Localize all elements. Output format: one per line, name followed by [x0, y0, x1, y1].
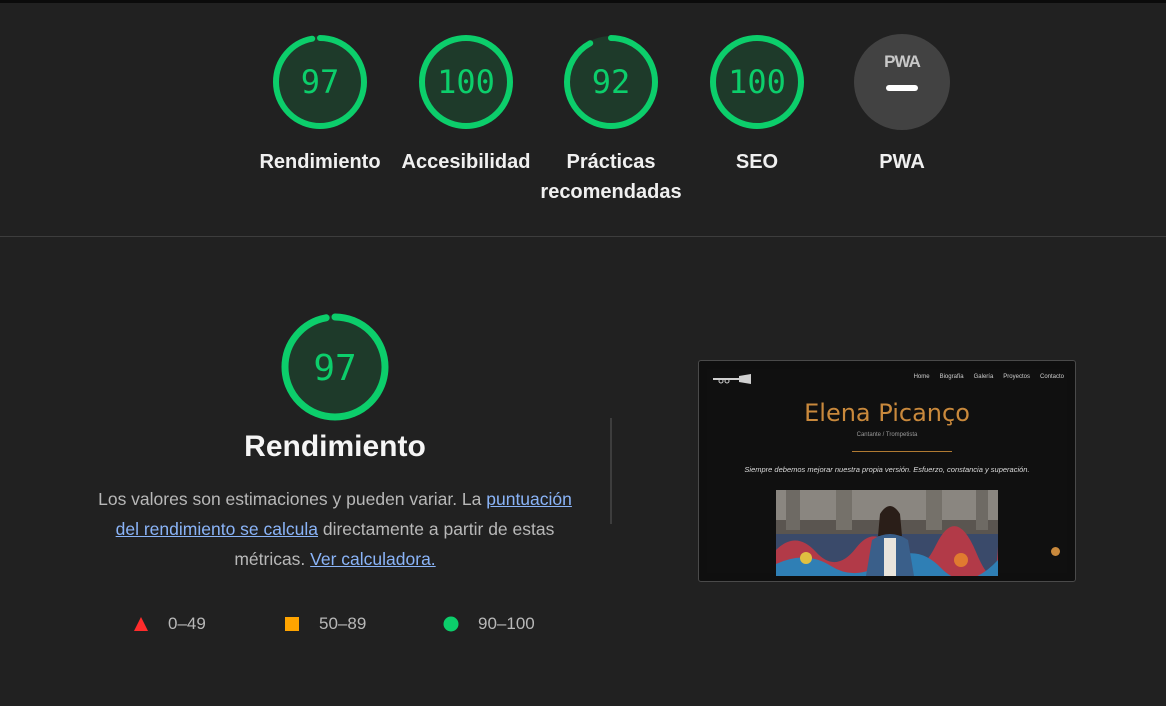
dash-icon [886, 85, 918, 91]
legend-range: 0–49 [168, 614, 206, 633]
score-value: 97 [301, 63, 340, 101]
score-value: 92 [592, 63, 631, 101]
performance-score-value: 97 [313, 348, 356, 389]
calculator-link[interactable]: Ver calculadora. [310, 549, 436, 569]
nav-item: Home [913, 374, 930, 380]
screenshot-quote: Siempre debemos mejorar nuestra propia v… [744, 465, 1030, 474]
nav-item: Biografía [939, 374, 964, 380]
page-screenshot[interactable]: Home Biografía Galería Proyectos Contact… [698, 360, 1076, 582]
gauge-label: PWA [879, 151, 925, 173]
gauge-label: Rendimiento [259, 151, 381, 173]
nav-item: Contacto [1039, 374, 1064, 380]
trumpet-logo-icon [713, 374, 751, 384]
gauge-rendimiento[interactable]: 97 Rendimiento [247, 33, 393, 177]
screenshot-photo [776, 490, 998, 576]
performance-score-ring: 97 [281, 313, 389, 421]
vertical-separator [610, 418, 612, 524]
desc-text: Los valores son estimaciones y pueden va… [98, 489, 487, 509]
gauge-pwa[interactable]: PWA PWA [829, 33, 975, 177]
screenshot-heading: Elena Picanço [804, 399, 970, 427]
score-ring: 92 [564, 35, 658, 129]
score-value: 100 [437, 63, 495, 101]
legend-pass: 90–100 [443, 614, 535, 634]
gauge-practicas[interactable]: 92 Prácticas recomendadas [538, 33, 684, 207]
score-ring: 100 [419, 35, 513, 129]
category-gauges: 97 Rendimiento 100 Accesibilidad 92 Prác… [0, 33, 1166, 203]
pwa-badge-text: PWA [884, 52, 920, 71]
performance-summary: 97 Rendimiento Los valores son estimacio… [80, 312, 590, 574]
graffiti-photo-image [776, 490, 998, 576]
square-icon [285, 617, 299, 631]
legend-fail: 0–49 [133, 614, 206, 634]
score-ring: 97 [273, 35, 367, 129]
pwa-icon: PWA [854, 34, 950, 130]
back-to-top-icon [1051, 547, 1060, 556]
legend-range: 90–100 [478, 614, 535, 633]
gauge-label: SEO [735, 151, 779, 173]
gauge-label: Prácticas recomendadas [540, 151, 682, 203]
screenshot-nav: Home Biografía Galería Proyectos Contact… [914, 374, 1064, 380]
gauge-label: Accesibilidad [401, 151, 531, 173]
performance-description: Los valores son estimaciones y pueden va… [85, 484, 585, 574]
gauge-seo[interactable]: 100 SEO [684, 33, 830, 177]
screenshot-subtitle: Cantante / Trompetista [856, 432, 918, 438]
score-ring: 100 [710, 35, 804, 129]
top-border [0, 0, 1166, 3]
triangle-icon [134, 617, 148, 631]
legend-average: 50–89 [284, 614, 366, 634]
screenshot-rule [852, 451, 952, 452]
nav-item: Proyectos [1003, 374, 1030, 380]
screenshot-content: Home Biografía Galería Proyectos Contact… [707, 369, 1067, 576]
circle-icon [443, 616, 459, 632]
legend-range: 50–89 [319, 614, 367, 633]
section-divider [0, 236, 1166, 237]
nav-item: Galería [973, 374, 994, 380]
performance-title: Rendimiento [244, 430, 426, 463]
gauge-accesibilidad[interactable]: 100 Accesibilidad [393, 33, 539, 177]
score-legend: 0–49 50–89 90–100 [0, 614, 1166, 634]
score-value: 100 [728, 63, 786, 101]
